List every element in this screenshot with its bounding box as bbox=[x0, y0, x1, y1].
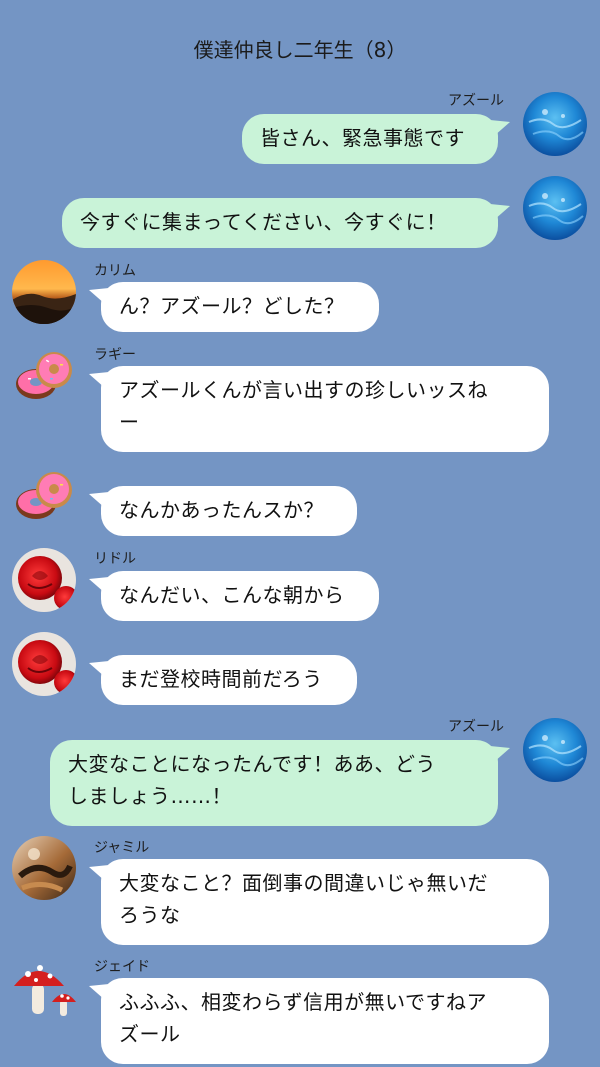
donut-avatar-icon[interactable] bbox=[12, 464, 76, 528]
message-bubble-incoming[interactable]: ん？アズール？どした？ bbox=[89, 282, 379, 332]
snake-avatar-icon[interactable] bbox=[12, 836, 76, 900]
message-bubble-outgoing[interactable]: 皆さん、緊急事態です bbox=[242, 114, 510, 164]
message-bubble-outgoing[interactable]: 今すぐに集まってください、今すぐに！ bbox=[62, 198, 510, 248]
message-text: 大変なこと？面倒事の間違いじゃ無いだ ろうな bbox=[119, 871, 488, 927]
sender-name: ジェイド bbox=[94, 959, 150, 975]
message-text: ん？アズール？どした？ bbox=[119, 294, 345, 318]
sender-name: カリム bbox=[94, 263, 136, 279]
message-bubble-incoming[interactable]: ふふふ、相変わらず信用が無いですねア ズール bbox=[89, 978, 549, 1064]
water-avatar-icon[interactable] bbox=[523, 718, 587, 782]
chat-title: 僕達仲良し二年生（8） bbox=[193, 38, 407, 62]
message-text: 皆さん、緊急事態です bbox=[260, 126, 465, 150]
message-text: アズールくんが言い出すの珍しいッスね ー bbox=[119, 378, 488, 434]
message-bubble-incoming[interactable]: なんだい、こんな朝から bbox=[89, 571, 379, 621]
message-text: まだ登校時間前だろう bbox=[119, 667, 323, 691]
message-bubble-incoming[interactable]: なんかあったんスか？ bbox=[89, 486, 357, 536]
message-text: なんだい、こんな朝から bbox=[119, 583, 345, 607]
message-bubble-outgoing[interactable]: 大変なことになったんです！ああ、どう しましょう……！ bbox=[50, 740, 510, 826]
message-text: なんかあったんスか？ bbox=[119, 498, 324, 522]
water-avatar-icon[interactable] bbox=[523, 92, 587, 156]
message-text: 大変なことになったんです！ああ、どう しましょう……！ bbox=[68, 752, 436, 808]
rose-avatar-icon[interactable] bbox=[12, 548, 76, 612]
rose-avatar-icon[interactable] bbox=[12, 632, 76, 696]
sender-name: ラギー bbox=[94, 347, 136, 363]
sender-name: アズール bbox=[448, 93, 504, 109]
sunset-avatar-icon[interactable] bbox=[12, 260, 76, 324]
message-bubble-incoming[interactable]: まだ登校時間前だろう bbox=[89, 655, 357, 705]
sender-name: ジャミル bbox=[94, 840, 150, 856]
donut-avatar-icon[interactable] bbox=[12, 344, 76, 408]
message-text: ふふふ、相変わらず信用が無いですねア ズール bbox=[119, 990, 487, 1046]
message-bubble-incoming[interactable]: 大変なこと？面倒事の間違いじゃ無いだ ろうな bbox=[89, 859, 549, 945]
message-bubble-incoming[interactable]: アズールくんが言い出すの珍しいッスね ー bbox=[89, 366, 549, 452]
sender-name: リドル bbox=[94, 551, 136, 567]
mushroom-avatar-icon[interactable] bbox=[12, 956, 76, 1020]
water-avatar-icon[interactable] bbox=[523, 176, 587, 240]
message-text: 今すぐに集まってください、今すぐに！ bbox=[80, 210, 447, 234]
sender-name: アズール bbox=[448, 719, 504, 735]
